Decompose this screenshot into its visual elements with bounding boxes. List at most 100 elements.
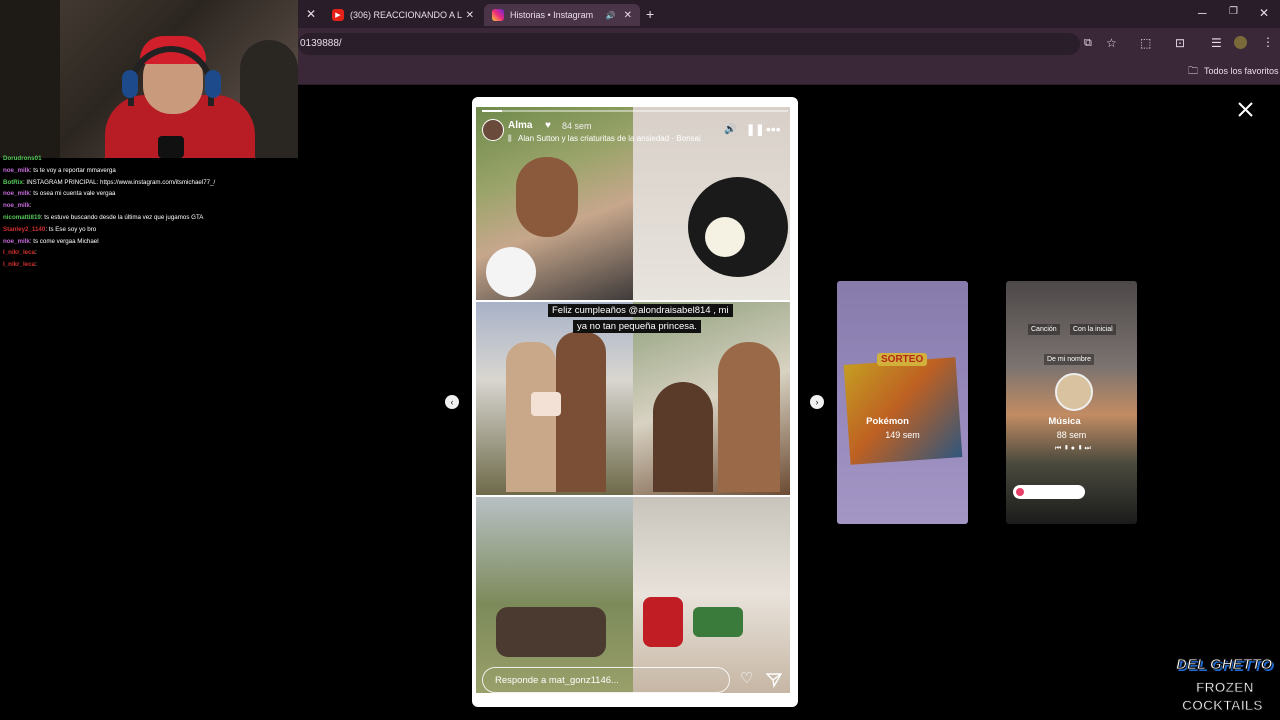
streamer-webcam: [0, 0, 298, 158]
chat-message: noe_milk: ts come vergaa Michael: [3, 238, 99, 245]
chevron-right-icon: ›: [815, 397, 819, 407]
red-container: [643, 597, 683, 647]
chat-user: noe_milk: [3, 238, 30, 245]
story-music[interactable]: Alan Sutton y las criaturitas de la ansi…: [518, 134, 701, 143]
preview-chip: Canción: [1028, 324, 1060, 335]
story-username[interactable]: Alma: [508, 120, 532, 131]
chat-text: : ts Ese soy yo bro: [45, 226, 97, 233]
close-tab-icon[interactable]: ✕: [624, 10, 632, 21]
stream-chat: Dorudrons01 noe_milk: ts te voy a report…: [0, 155, 298, 275]
panda-plush: [486, 247, 536, 297]
photo-face: [516, 157, 578, 237]
chat-user: noe_milk: [3, 190, 30, 197]
chat-text: :: [35, 261, 37, 268]
extensions-icon[interactable]: ⬚: [1140, 36, 1151, 50]
chat-user: noe_milk: [3, 167, 30, 174]
like-heart-icon[interactable]: ♡: [740, 669, 753, 687]
chat-text: : INSTAGRAM PRINCIPAL: https://www.insta…: [22, 179, 216, 186]
story-viewer[interactable]: Alma ♥ 84 sem ⫼ Alan Sutton y las criatu…: [472, 97, 798, 707]
folder-icon: 🗀: [1188, 66, 1198, 77]
story-preview-musica[interactable]: Canción Con la inicial De mi nombre Músi…: [1006, 281, 1137, 524]
bookmark-star-icon[interactable]: ☆: [1106, 36, 1117, 50]
chat-user: Dorudrons01: [3, 155, 42, 162]
heart-icon: ♥: [545, 120, 551, 131]
person-left: [653, 382, 713, 492]
chat-message: Dorudrons01: [3, 155, 42, 162]
cake: [531, 392, 561, 416]
youtube-icon: ▶: [332, 9, 344, 21]
chat-message: I_nikr_leca:: [3, 261, 37, 268]
person-left: [506, 342, 556, 492]
minimize-icon[interactable]: ─: [1198, 6, 1207, 20]
new-tab-icon[interactable]: +: [646, 6, 654, 22]
tab-instagram[interactable]: Historias • Instagram 🔊 ✕: [484, 4, 640, 26]
profile-avatar[interactable]: [1234, 36, 1247, 49]
chat-user: I_nikr_leca: [3, 249, 35, 256]
reply-placeholder: Responde a mat_gonz1146...: [495, 675, 619, 686]
story-preview-pokemon[interactable]: SORTEO Pokémon 149 sem: [837, 281, 968, 524]
chat-message: Stanley2_1140: ts Ese soy yo bro: [3, 226, 96, 233]
speaker-icon[interactable]: 🔊: [606, 11, 616, 20]
pause-icon[interactable]: ❚❚: [746, 123, 764, 136]
preview-name: Pokémon: [866, 416, 909, 427]
sponsor-logo: DEL GHETTO FROZEN COCKTAILS: [1172, 656, 1278, 718]
chat-user: BotRix: [3, 179, 23, 186]
tab-youtube[interactable]: ▶ (306) REACCIONANDO A LA TI ✕: [324, 4, 482, 26]
chat-text: : ts te voy a reportar mmaverga: [29, 167, 116, 174]
logo-line1: DEL GHETTO: [1175, 656, 1273, 674]
chat-text: : ts osea mi cuenta vale vergaa: [29, 190, 116, 197]
cast-icon[interactable]: ⊡: [1175, 36, 1185, 50]
chat-user: nicomatti819: [3, 214, 41, 221]
music-bars-icon: ⫼: [508, 134, 512, 143]
url-text: 0139888/: [300, 38, 342, 49]
chevron-left-icon: ‹: [450, 397, 454, 407]
instagram-icon: [492, 9, 504, 21]
preview-chip: Con la inicial: [1070, 324, 1116, 335]
reply-input[interactable]: Responde a mat_gonz1146...: [482, 667, 730, 693]
preview-album-art: [1055, 373, 1093, 411]
person-right: [718, 342, 780, 492]
preview-name: Música: [1048, 416, 1081, 427]
install-app-icon[interactable]: ⧉: [1084, 37, 1092, 50]
chat-message: noe_milk:: [3, 202, 32, 209]
chat-message: noe_milk: ts osea mi cuenta vale vergaa: [3, 190, 115, 197]
story-caption-line1: Feliz cumpleaños @alondraisabel814 , mi: [548, 304, 733, 317]
send-icon[interactable]: [766, 672, 782, 688]
webcam-background-dark: [0, 0, 60, 158]
chat-message: I_nikr_leca:: [3, 249, 37, 256]
tab-label: Historias • Instagram: [510, 10, 594, 20]
tab-label: (306) REACCIONANDO A LA TI: [350, 10, 462, 20]
prev-story-button[interactable]: ‹: [445, 395, 459, 409]
chat-text: : ts come vergaa Michael: [29, 238, 99, 245]
preview-age: 149 sem: [885, 430, 920, 440]
picnic-group: [496, 607, 606, 657]
next-story-button[interactable]: ›: [810, 395, 824, 409]
url-field[interactable]: 0139888/: [298, 33, 1080, 55]
headset-ear-right: [205, 70, 221, 98]
close-tab-icon[interactable]: ✕: [306, 7, 316, 21]
story-progress-fill: [482, 110, 502, 112]
volume-icon[interactable]: 🔊: [724, 124, 736, 135]
media-icon[interactable]: ☰: [1211, 36, 1222, 50]
flowers: [693, 607, 743, 637]
chat-text: : ts estuve buscando desde la última vez…: [40, 214, 204, 221]
more-options-icon[interactable]: •••: [766, 121, 781, 137]
chat-user: I_nikr_leca: [3, 261, 35, 268]
close-window-icon[interactable]: ✕: [1259, 6, 1269, 20]
logo-line2: FROZEN: [1196, 679, 1255, 696]
preview-reply-pill: [1013, 485, 1085, 499]
restore-icon[interactable]: ❐: [1229, 6, 1238, 17]
music-player-controls-icon: ⏮ ▮ ● ▮ ⏭: [1055, 445, 1091, 452]
chat-message: nicomatti819: ts estuve buscando desde l…: [3, 214, 203, 221]
chat-message: BotRix: INSTAGRAM PRINCIPAL: https://www…: [3, 179, 215, 186]
all-bookmarks-label[interactable]: Todos los favoritos: [1204, 66, 1279, 76]
user-avatar[interactable]: [482, 119, 504, 141]
preview-dim: [837, 281, 968, 524]
egg: [705, 217, 745, 257]
chat-message: noe_milk: ts te voy a reportar mmaverga: [3, 167, 116, 174]
photo-picnic: [476, 497, 633, 693]
menu-icon[interactable]: ⋮: [1262, 35, 1274, 49]
close-story-icon[interactable]: [1238, 102, 1253, 117]
close-tab-icon[interactable]: ✕: [466, 10, 474, 21]
chat-text: :: [29, 202, 32, 209]
